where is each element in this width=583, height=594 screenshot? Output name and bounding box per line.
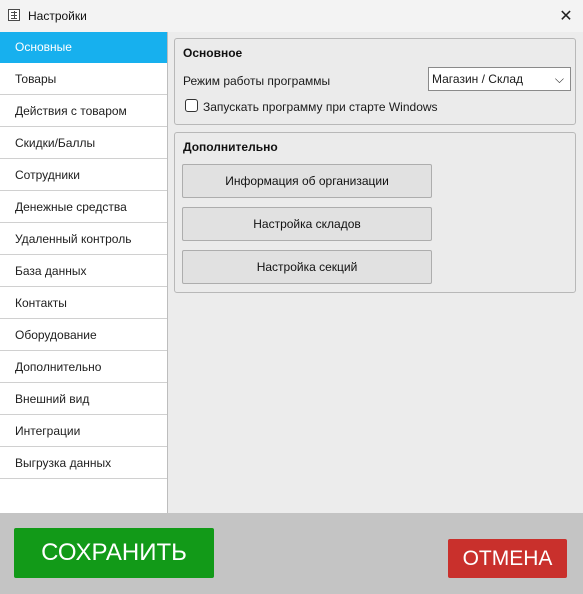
mode-select-value: Магазин / Склад: [432, 72, 524, 86]
sidebar-item-appearance[interactable]: Внешний вид: [0, 384, 167, 415]
mode-select[interactable]: Магазин / Склад ⌵: [428, 67, 571, 91]
warehouses-button[interactable]: Настройка складов: [182, 207, 432, 241]
footer-bar: СОХРАНИТЬ ОТМЕНА: [0, 513, 583, 594]
autostart-label[interactable]: Запускать программу при старте Windows: [203, 100, 438, 114]
sidebar-item-additional[interactable]: Дополнительно: [0, 352, 167, 383]
sidebar-item-money[interactable]: Денежные средства: [0, 192, 167, 223]
sections-button[interactable]: Настройка секций: [182, 250, 432, 284]
autostart-checkbox[interactable]: [185, 99, 198, 112]
sidebar-item-database[interactable]: База данных: [0, 256, 167, 287]
title-bar: Настройки ✕: [0, 0, 583, 33]
window-title: Настройки: [28, 9, 87, 23]
save-button[interactable]: СОХРАНИТЬ: [14, 528, 214, 578]
sidebar-item-equipment[interactable]: Оборудование: [0, 320, 167, 351]
sidebar-item-discounts[interactable]: Скидки/Баллы: [0, 128, 167, 159]
chevron-down-icon: ⌵: [554, 72, 564, 86]
sidebar-item-remote-control[interactable]: Удаленный контроль: [0, 224, 167, 255]
org-info-button[interactable]: Информация об организации: [182, 164, 432, 198]
mode-label: Режим работы программы: [183, 74, 331, 88]
app-icon: [8, 9, 20, 21]
cancel-button[interactable]: ОТМЕНА: [448, 539, 567, 578]
additional-group-title: Дополнительно: [183, 140, 278, 154]
basic-group: Основное Режим работы программы Магазин …: [174, 38, 576, 125]
sidebar-item-employees[interactable]: Сотрудники: [0, 160, 167, 191]
sidebar-item-integrations[interactable]: Интеграции: [0, 416, 167, 447]
sidebar-item-basic[interactable]: Основные: [0, 32, 167, 63]
settings-content: Основное Режим работы программы Магазин …: [168, 32, 583, 513]
sidebar-item-data-export[interactable]: Выгрузка данных: [0, 448, 167, 479]
close-icon[interactable]: ✕: [549, 0, 583, 32]
sidebar: Основные Товары Действия с товаром Скидк…: [0, 32, 168, 513]
basic-group-title: Основное: [183, 46, 243, 60]
sidebar-item-goods-actions[interactable]: Действия с товаром: [0, 96, 167, 127]
sidebar-item-contacts[interactable]: Контакты: [0, 288, 167, 319]
sidebar-item-goods[interactable]: Товары: [0, 64, 167, 95]
additional-group: Дополнительно Информация об организации …: [174, 132, 576, 293]
